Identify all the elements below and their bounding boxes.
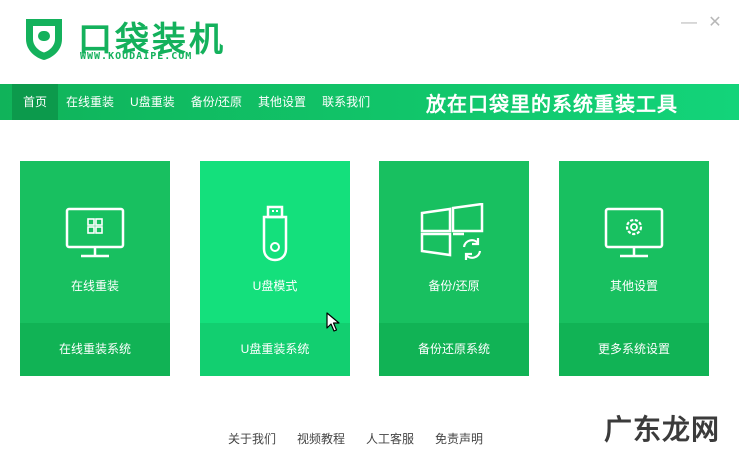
usb-drive-icon: [262, 205, 288, 262]
nav-item-other-settings[interactable]: 其他设置: [250, 84, 314, 120]
card-top[interactable]: 其他设置: [559, 161, 709, 323]
nav-item-home[interactable]: 首页: [12, 84, 59, 120]
card-top[interactable]: 备份/还原: [379, 161, 529, 323]
watermark-text: 广东龙网: [604, 413, 721, 446]
card-label: 其他设置: [609, 279, 658, 293]
card-label: 备份/还原: [428, 279, 480, 293]
app-header: 口袋装机 WWW.KOUDAIPE.COM — ✕: [0, 0, 739, 82]
footer-link-about[interactable]: 关于我们: [228, 430, 276, 447]
windows-restore-icon: [420, 203, 484, 260]
card-action-button[interactable]: 更多系统设置: [559, 323, 709, 376]
logo-shield-icon: [26, 19, 62, 60]
minimize-icon[interactable]: —: [680, 14, 698, 32]
card-usb-mode[interactable]: U盘模式 U盘重装系统: [200, 161, 350, 376]
card-label: 在线重装: [70, 279, 119, 293]
nav-item-backup-restore[interactable]: 备份/还原: [183, 84, 250, 120]
card-backup-restore[interactable]: 备份/还原 备份还原系统: [379, 161, 529, 376]
footer-link-video-tutorials[interactable]: 视频教程: [297, 430, 345, 447]
footer-link-disclaimer[interactable]: 免责声明: [435, 430, 483, 447]
nav-item-contact-us[interactable]: 联系我们: [314, 84, 378, 120]
close-icon[interactable]: ✕: [706, 14, 724, 32]
card-action-button[interactable]: 在线重装系统: [20, 323, 170, 376]
card-top[interactable]: U盘模式: [200, 161, 350, 323]
app-website: WWW.KOUDAIPE.COM: [80, 51, 193, 62]
footer-links: 关于我们 视频教程 人工客服 免责声明: [228, 430, 504, 447]
card-top[interactable]: 在线重装: [20, 161, 170, 323]
footer-link-customer-service[interactable]: 人工客服: [366, 430, 414, 447]
nav-slogan: 放在口袋里的系统重装工具: [426, 92, 678, 116]
monitor-windows-icon: [65, 207, 125, 258]
nav-item-online-reinstall[interactable]: 在线重装: [58, 84, 122, 120]
card-label: U盘模式: [252, 279, 298, 293]
nav-menu: 首页 在线重装 U盘重装 备份/还原 其他设置 联系我们: [12, 84, 378, 120]
mouse-cursor-icon: [326, 312, 340, 332]
card-other-settings[interactable]: 其他设置 更多系统设置: [559, 161, 709, 376]
nav-item-usb-reinstall[interactable]: U盘重装: [122, 84, 183, 120]
card-online-reinstall[interactable]: 在线重装 在线重装系统: [20, 161, 170, 376]
nav-bar: 首页 在线重装 U盘重装 备份/还原 其他设置 联系我们 放在口袋里的系统重装工…: [0, 84, 739, 120]
card-action-button[interactable]: 备份还原系统: [379, 323, 529, 376]
monitor-gear-icon: [604, 207, 664, 258]
